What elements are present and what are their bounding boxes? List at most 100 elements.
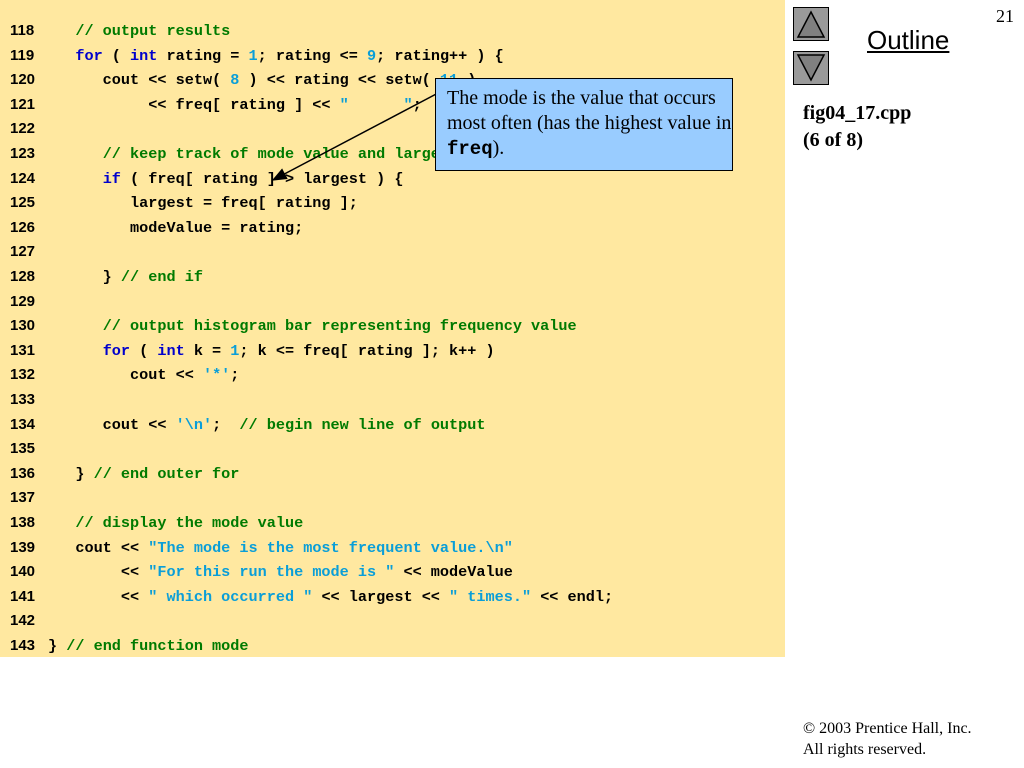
- code-token: cout <<: [48, 538, 149, 557]
- line-number: 138: [10, 514, 36, 531]
- code-text: << "For this run the mode is " << modeVa…: [48, 560, 513, 584]
- code-token: // display the mode value: [75, 514, 304, 532]
- code-line: 128 } // end if: [0, 265, 785, 289]
- line-number: 135: [10, 440, 36, 458]
- code-line: 135: [0, 437, 785, 461]
- code-token: ;: [230, 366, 240, 385]
- code-token: modeValue = rating;: [48, 218, 304, 237]
- code-token: << freq[ rating ] <<: [48, 95, 340, 114]
- code-token: }: [48, 637, 67, 655]
- code-text: cout << '*';: [48, 363, 239, 387]
- code-token: << modeValue: [394, 563, 513, 582]
- code-line: 134 cout << '\n'; // begin new line of o…: [0, 413, 785, 437]
- code-line: 141 << " which occurred " << largest << …: [0, 585, 785, 609]
- file-info: fig04_17.cpp (6 of 8): [803, 100, 911, 154]
- outline-link[interactable]: Outline: [867, 25, 949, 56]
- line-number: 142: [10, 612, 36, 630]
- code-token: " ": [339, 95, 413, 114]
- line-number: 134: [10, 415, 36, 433]
- code-text: cout << "The mode is the most frequent v…: [48, 536, 513, 560]
- code-token: (: [130, 341, 158, 360]
- line-number: 131: [10, 341, 36, 359]
- code-token: int: [130, 46, 158, 65]
- line-number: 127: [10, 243, 36, 261]
- code-token: <<: [48, 587, 149, 606]
- code-text: } // end if: [48, 265, 203, 289]
- next-slide-button[interactable]: [793, 51, 829, 85]
- line-number: 139: [10, 538, 36, 556]
- code-token: k =: [184, 341, 231, 360]
- previous-slide-button[interactable]: [793, 7, 829, 41]
- code-token: // end if: [120, 268, 203, 286]
- line-number: 121: [10, 95, 36, 113]
- code-text: for ( int k = 1; k <= freq[ rating ]; k+…: [48, 339, 495, 363]
- code-token: ; rating++ ) {: [376, 46, 504, 65]
- code-token: cout <<: [48, 366, 203, 385]
- code-token: '*': [202, 366, 231, 385]
- code-token: ) << rating << setw(: [239, 71, 440, 90]
- code-token: <<: [48, 563, 149, 582]
- code-text: << freq[ rating ] << " ";: [48, 93, 421, 117]
- code-token: // output histogram bar representing fre…: [102, 317, 577, 336]
- code-line: 142: [0, 609, 785, 633]
- code-line: 137: [0, 486, 785, 510]
- code-text: cout << setw( 8 ) << rating << setw( 11 …: [48, 68, 477, 92]
- code-text: } // end outer for: [48, 462, 239, 486]
- code-line: 138 // display the mode value: [0, 511, 785, 535]
- code-text: largest = freq[ rating ];: [48, 191, 358, 215]
- line-number: 119: [10, 46, 35, 64]
- code-line: 133: [0, 388, 785, 412]
- code-token: << endl;: [531, 587, 614, 606]
- code-token: if: [102, 169, 121, 188]
- code-text: << " which occurred " << largest << " ti…: [48, 585, 613, 609]
- callout-box: The mode is the value that occurs most o…: [435, 78, 733, 171]
- code-token: << largest <<: [312, 587, 450, 606]
- code-line: 127: [0, 240, 785, 264]
- line-number: 140: [10, 563, 36, 581]
- line-number: 118: [10, 22, 35, 39]
- code-text: if ( freq[ rating ] > largest ) {: [48, 167, 404, 191]
- code-token: // end function mode: [66, 637, 249, 655]
- code-text: // output histogram bar representing fre…: [48, 314, 577, 338]
- code-text: for ( int rating = 1; rating <= 9; ratin…: [48, 44, 504, 68]
- triangle-up-icon: [795, 9, 827, 39]
- line-number: 126: [10, 218, 36, 236]
- code-token: cout <<: [48, 415, 176, 434]
- callout-code-term: freq: [447, 138, 493, 160]
- code-token: "The mode is the most frequent value.\n": [148, 538, 513, 557]
- file-name: fig04_17.cpp: [803, 102, 912, 124]
- code-token: " which occurred ": [148, 587, 313, 606]
- code-token: 9: [367, 46, 377, 65]
- callout-text: The mode is the value that occurs most o…: [447, 87, 732, 134]
- line-number: 130: [10, 317, 36, 335]
- copyright: © 2003 Prentice Hall, Inc. All rights re…: [803, 718, 972, 760]
- code-text: } // end function mode: [48, 634, 249, 658]
- code-text: modeValue = rating;: [48, 216, 303, 240]
- code-text: // output results: [48, 19, 230, 43]
- code-line: 139 cout << "The mode is the most freque…: [0, 536, 785, 560]
- code-line: 130 // output histogram bar representing…: [0, 314, 785, 338]
- slide-number: 21: [996, 6, 1014, 26]
- line-number: 125: [10, 194, 36, 212]
- code-token: for: [102, 341, 131, 360]
- code-token: // begin new line of output: [239, 415, 486, 434]
- code-token: }: [48, 268, 121, 286]
- code-line: 136 } // end outer for: [0, 462, 785, 486]
- code-token: 1: [248, 46, 258, 65]
- triangle-down-icon: [795, 53, 827, 83]
- line-number: 129: [10, 292, 36, 310]
- code-line: 126 modeValue = rating;: [0, 216, 785, 240]
- code-token: }: [48, 464, 94, 483]
- code-line: 125 largest = freq[ rating ];: [0, 191, 785, 215]
- code-line: 118 // output results: [0, 19, 785, 43]
- line-number: 128: [10, 268, 36, 285]
- code-line: 143} // end function mode: [0, 634, 785, 658]
- copyright-line: © 2003 Prentice Hall, Inc.: [803, 720, 972, 737]
- code-token: (: [102, 46, 131, 65]
- code-text: // display the mode value: [48, 511, 303, 535]
